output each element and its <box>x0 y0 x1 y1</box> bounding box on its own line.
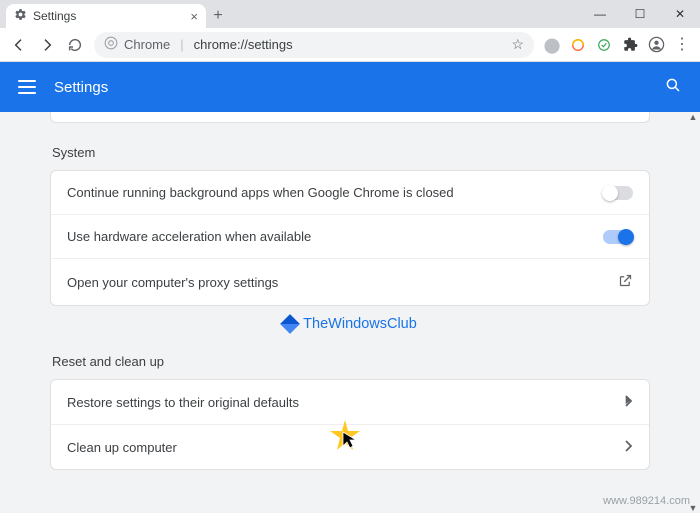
chevron-right-icon <box>625 394 633 410</box>
reload-button[interactable] <box>62 32 88 58</box>
row-cleanup-computer[interactable]: Clean up computer <box>51 425 649 469</box>
watermark-icon <box>280 314 300 334</box>
gear-icon <box>14 8 27 24</box>
row-label: Use hardware acceleration when available <box>67 229 603 244</box>
minimize-button[interactable]: — <box>580 0 620 28</box>
omnibox-divider: | <box>180 37 183 52</box>
omnibox-prefix: Chrome <box>124 37 170 52</box>
watermark: TheWindowsClub <box>50 316 650 332</box>
search-icon[interactable] <box>664 76 682 99</box>
footer-watermark: www.989214.com <box>603 495 690 507</box>
settings-content: System Continue running background apps … <box>0 112 700 513</box>
row-label: Open your computer's proxy settings <box>67 275 618 290</box>
row-label: Clean up computer <box>67 440 625 455</box>
address-bar[interactable]: Chrome | chrome://settings ☆ <box>94 32 534 58</box>
settings-header: Settings <box>0 62 700 112</box>
scrollbar[interactable]: ▲ ▼ <box>688 112 698 513</box>
row-label: Restore settings to their original defau… <box>67 395 625 410</box>
extensions-puzzle-icon[interactable] <box>618 33 642 57</box>
page-title: Settings <box>54 79 664 96</box>
window-titlebar: Settings × + — ☐ ✕ <box>0 0 700 28</box>
browser-menu-icon[interactable]: ⋮ <box>670 33 694 57</box>
window-controls: — ☐ ✕ <box>580 0 700 28</box>
menu-icon[interactable] <box>18 80 36 94</box>
maximize-button[interactable]: ☐ <box>620 0 660 28</box>
browser-toolbar: Chrome | chrome://settings ☆ ⬤ ⋮ <box>0 28 700 62</box>
tab-title: Settings <box>33 9 76 23</box>
bookmark-icon[interactable]: ☆ <box>511 36 524 53</box>
scroll-up-icon[interactable]: ▲ <box>688 112 698 122</box>
external-link-icon <box>618 273 633 291</box>
toggle-hardware-accel[interactable] <box>603 230 633 244</box>
row-label: Continue running background apps when Go… <box>67 185 603 200</box>
section-label-reset: Reset and clean up <box>52 354 648 369</box>
omnibox-url: chrome://settings <box>194 37 293 52</box>
close-window-button[interactable]: ✕ <box>660 0 700 28</box>
extension-icon-3[interactable] <box>592 33 616 57</box>
reset-card: Restore settings to their original defau… <box>50 379 650 470</box>
profile-icon[interactable] <box>644 33 668 57</box>
system-card: Continue running background apps when Go… <box>50 170 650 306</box>
browser-tab[interactable]: Settings × <box>6 4 206 28</box>
row-hardware-accel[interactable]: Use hardware acceleration when available <box>51 215 649 259</box>
back-button[interactable] <box>6 32 32 58</box>
chevron-right-icon <box>625 439 633 455</box>
row-restore-defaults[interactable]: Restore settings to their original defau… <box>51 380 649 425</box>
row-proxy-settings[interactable]: Open your computer's proxy settings <box>51 259 649 305</box>
chrome-icon <box>104 36 118 53</box>
close-icon[interactable]: × <box>190 9 198 24</box>
extension-icon-1[interactable]: ⬤ <box>540 33 564 57</box>
extension-icon-2[interactable] <box>566 33 590 57</box>
row-background-apps[interactable]: Continue running background apps when Go… <box>51 171 649 215</box>
section-label-system: System <box>52 145 648 160</box>
toggle-background-apps[interactable] <box>603 186 633 200</box>
forward-button[interactable] <box>34 32 60 58</box>
new-tab-button[interactable]: + <box>206 4 230 28</box>
watermark-text: TheWindowsClub <box>303 316 417 332</box>
previous-card-edge <box>50 112 650 123</box>
